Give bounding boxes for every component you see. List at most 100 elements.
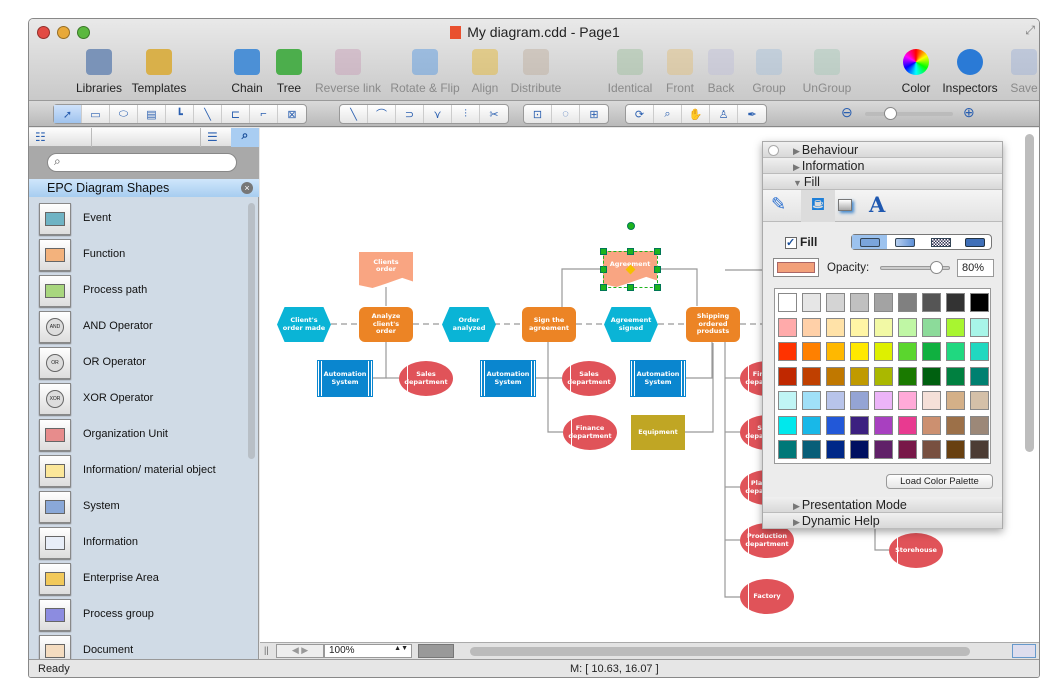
library-item[interactable]: Process path [29,273,247,309]
bezier-tool-button[interactable]: ⊃ [396,105,424,123]
direct-connector-tool-button[interactable]: ╲ [194,105,222,123]
text-tool-button[interactable]: ▤ [138,105,166,123]
arc-tool-button[interactable]: ⌒ [368,105,396,123]
diagram-function-f1[interactable]: Analyze client's order [359,307,413,342]
color-swatch[interactable] [778,391,797,410]
color-swatch[interactable] [826,415,845,435]
library-item[interactable]: Process group [29,597,247,633]
close-library-icon[interactable]: × [241,182,253,194]
color-swatch[interactable] [850,317,869,337]
hand-tool-button[interactable]: ✋ [682,105,710,123]
color-swatch[interactable] [874,293,893,312]
color-swatch[interactable] [826,391,845,410]
fill-tab-icon[interactable]: ⛾ [801,190,835,222]
orthogonal-connector-tool-button[interactable]: ┗ [166,105,194,123]
color-swatch[interactable] [850,391,869,410]
color-swatch[interactable] [922,415,941,435]
rotate-view-tool-button[interactable]: ⟳ [626,105,654,123]
toolbar-ungroup-button[interactable]: UnGroup [790,49,864,95]
group-points-tool-button[interactable]: ⊞ [580,105,608,123]
color-swatch[interactable] [826,342,845,361]
color-swatch[interactable] [922,440,941,459]
color-swatch[interactable] [970,293,989,312]
diagram-event-e2[interactable]: Order analyzed [442,307,496,342]
color-swatch[interactable] [946,366,965,386]
color-swatch[interactable] [946,317,965,337]
library-tab[interactable] [91,128,201,147]
color-swatch[interactable] [874,317,893,337]
toolbar-reverse-link-button[interactable]: Reverse link [311,49,385,95]
color-swatch[interactable] [874,366,893,386]
diagram-event-e1[interactable]: Client's order made [277,307,331,342]
library-item[interactable]: Event [29,201,247,237]
color-swatch[interactable] [946,415,965,435]
color-swatch[interactable] [970,415,989,435]
page-nav[interactable]: ◀ ▶ [276,644,324,658]
panel-close-button[interactable] [768,145,779,156]
horizontal-scrollbar[interactable] [470,647,970,656]
fullscreen-icon[interactable]: ⤢ [1025,23,1035,38]
section-fill[interactable]: ▼ Fill [763,174,1002,190]
line-style-tab-icon[interactable]: ✎ [771,194,786,215]
scissors-tool-button[interactable]: ✂ [480,105,508,123]
diagram-org-o3[interactable]: Finance department [563,415,617,450]
library-item[interactable]: System [29,489,247,525]
spline-tool-button[interactable]: ⫶ [452,105,480,123]
diagram-org-o8[interactable]: Factory [740,579,794,614]
load-color-palette-button[interactable]: Load Color Palette [886,474,993,489]
color-swatch[interactable] [778,366,797,386]
color-swatch[interactable] [826,293,845,312]
zoom-select[interactable]: 100% ▲▼ [324,644,412,658]
section-presentation-mode[interactable]: ▶ Presentation Mode [763,497,1002,513]
gradient-fill-option[interactable] [887,235,922,249]
smart-connector-tool-button[interactable]: ⊏ [222,105,250,123]
section-information[interactable]: ▶ Information [763,158,1002,174]
color-swatch[interactable] [922,342,941,361]
line-tool-button[interactable]: ╲ [340,105,368,123]
tree-view-icon[interactable]: ☷ [35,130,46,144]
list-view-icon[interactable]: ☰ [207,130,218,144]
diagram-org-o9[interactable]: Storehouse [889,533,943,568]
diagram-system-s3[interactable]: Automation System [630,360,686,397]
zoom-slider[interactable] [865,112,953,116]
section-behaviour[interactable]: ▶ Behaviour [763,142,1002,158]
section-dynamic-help[interactable]: ▶ Dynamic Help [763,513,1002,529]
color-swatch[interactable] [946,391,965,410]
color-swatch[interactable] [946,342,965,361]
diagram-system-s2[interactable]: Automation System [480,360,536,397]
library-item[interactable]: AND AND Operator [29,309,247,345]
color-swatch[interactable] [946,293,965,312]
color-swatch[interactable] [778,342,797,361]
color-swatch[interactable] [850,342,869,361]
vertical-scrollbar[interactable] [1025,134,1034,452]
color-swatch[interactable] [802,415,821,435]
library-item[interactable]: Function [29,237,247,273]
color-swatch[interactable] [946,440,965,459]
current-color-well[interactable] [773,258,819,277]
color-swatch[interactable] [922,317,941,337]
diagram-function-f2[interactable]: Sign the agreement [522,307,576,342]
eyedropper-tool-button[interactable]: ✒ [738,105,766,123]
shadow-tab-icon[interactable] [838,199,852,211]
color-swatch[interactable] [970,317,989,337]
solid-fill-option[interactable] [852,235,888,249]
color-swatch[interactable] [970,440,989,459]
color-swatch[interactable] [778,317,797,337]
zoom-out-icon[interactable]: ⊖ [841,104,853,121]
color-swatch[interactable] [778,440,797,459]
library-scrollbar[interactable] [248,203,255,459]
zoom-slider-thumb[interactable] [884,107,897,120]
color-swatch[interactable] [898,293,917,312]
ellipse-tool-button[interactable]: ⬭ [110,105,138,123]
zoom-tool-button[interactable]: ⌕ [654,105,682,123]
library-item[interactable]: OR OR Operator [29,345,247,381]
color-swatch[interactable] [874,342,893,361]
search-tab-icon[interactable]: ⌕ [231,128,259,147]
color-swatch[interactable] [802,293,821,312]
color-swatch[interactable] [778,415,797,435]
opacity-input[interactable]: 80% [957,259,994,277]
round-connector-tool-button[interactable]: ⌐ [250,105,278,123]
fit-page-icon[interactable] [1012,644,1036,658]
page-thumbnails-button[interactable] [418,644,454,658]
polyline-tool-button[interactable]: ⋎ [424,105,452,123]
